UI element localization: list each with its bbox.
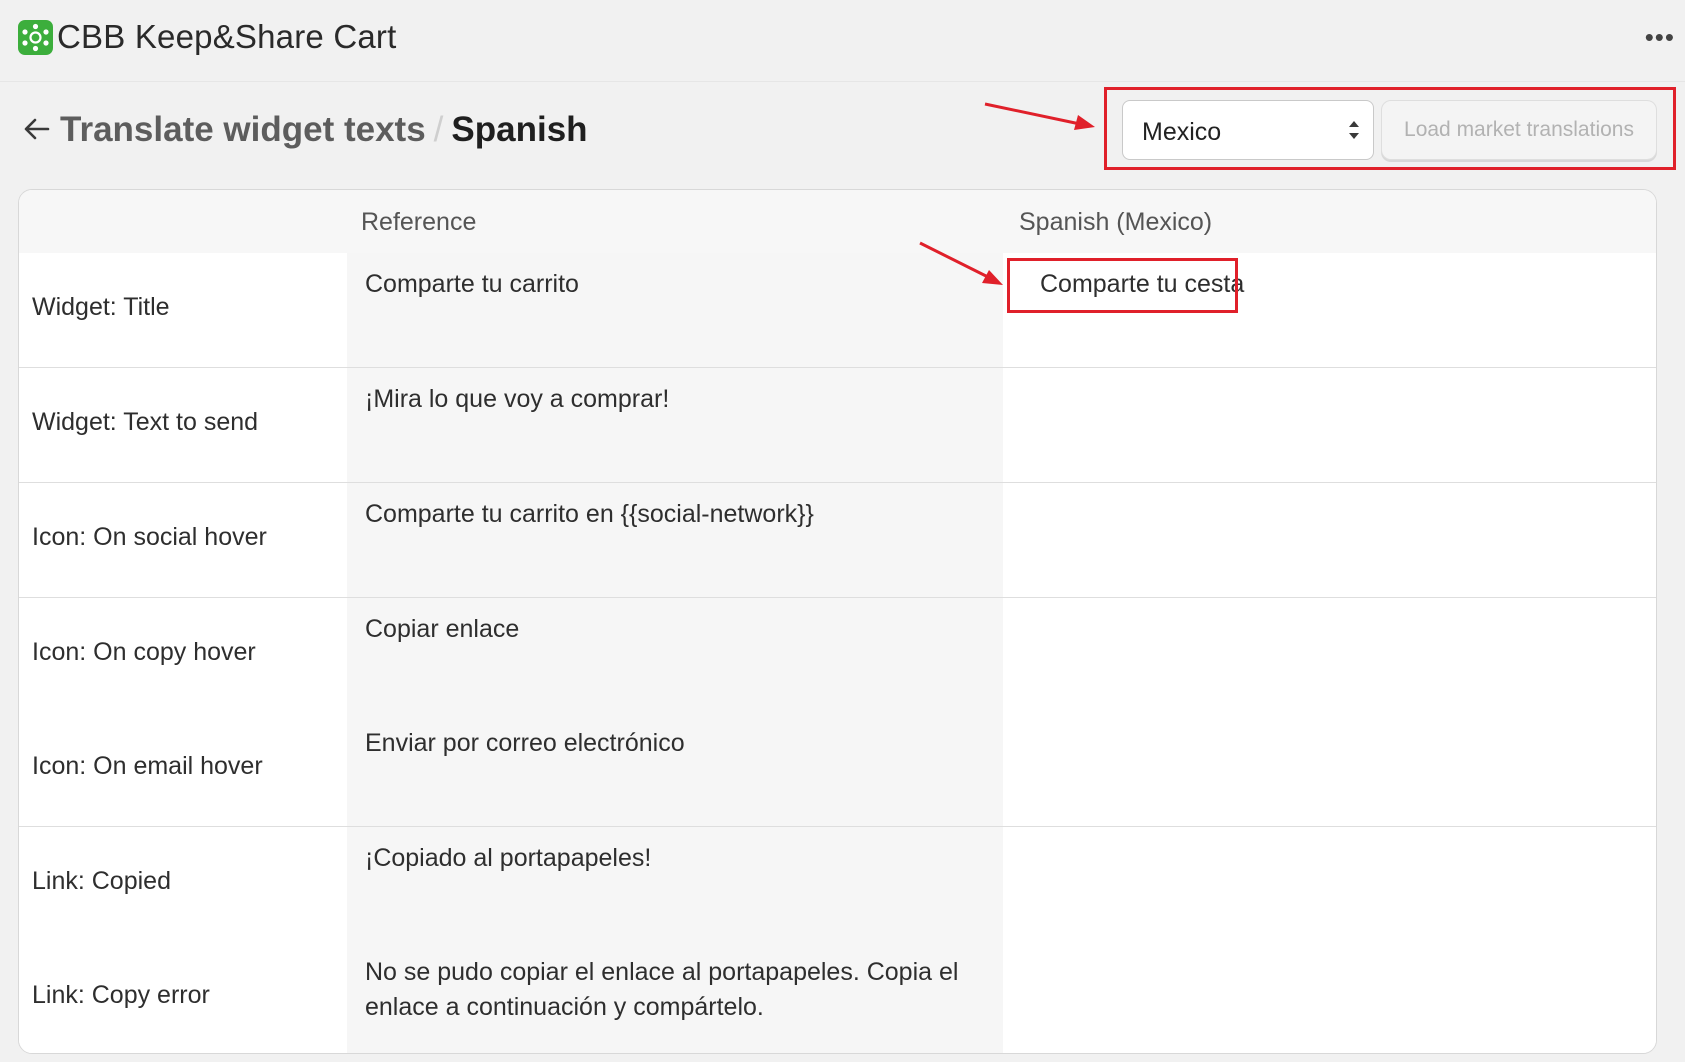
row-reference: Comparte tu carrito xyxy=(347,253,1003,367)
row-key: Link: Copy error xyxy=(19,941,347,1053)
translations-table: Reference Spanish (Mexico) Widget: Title… xyxy=(18,189,1657,1054)
row-reference: Copiar enlace xyxy=(347,598,1003,712)
table-row: Widget: Title Comparte tu carrito Compar… xyxy=(19,253,1656,368)
breadcrumb-separator: / xyxy=(433,110,444,149)
arrow-left-icon[interactable] xyxy=(22,114,52,144)
market-select-value: Mexico xyxy=(1142,118,1222,146)
table-row: Link: Copied ¡Copiado al portapapeles! xyxy=(19,827,1656,942)
app-header: CBB Keep&Share Cart ••• xyxy=(0,0,1685,82)
row-reference: ¡Copiado al portapapeles! xyxy=(347,827,1003,941)
row-key: Widget: Text to send xyxy=(19,368,347,482)
page-title: Translate widget texts / Spanish xyxy=(60,110,588,150)
table-row: Widget: Text to send ¡Mira lo que voy a … xyxy=(19,368,1656,483)
market-select[interactable]: Mexico xyxy=(1122,100,1374,160)
row-key: Icon: On email hover xyxy=(19,712,347,826)
row-key: Icon: On social hover xyxy=(19,483,347,597)
row-translation-field[interactable] xyxy=(1003,712,1656,826)
row-key: Icon: On copy hover xyxy=(19,598,347,712)
breadcrumb-parent[interactable]: Translate widget texts xyxy=(60,110,426,149)
breadcrumb-current: Spanish xyxy=(451,110,588,149)
row-translation-field[interactable] xyxy=(1003,483,1656,597)
select-arrows-icon xyxy=(1349,121,1359,139)
more-horizontal-icon[interactable]: ••• xyxy=(1645,22,1675,53)
load-market-translations-button[interactable]: Load market translations xyxy=(1381,100,1657,160)
row-translation-field[interactable] xyxy=(1003,827,1656,941)
annotation-arrow-market xyxy=(984,102,1081,126)
row-key: Widget: Title xyxy=(19,253,347,367)
row-reference: No se pudo copiar el enlace al portapape… xyxy=(347,941,1003,1053)
app-logo-icon xyxy=(18,20,53,55)
table-row: Icon: On social hover Comparte tu carrit… xyxy=(19,483,1656,598)
row-translation-field[interactable] xyxy=(1003,941,1656,1053)
table-row: Link: Copy error No se pudo copiar el en… xyxy=(19,941,1656,1053)
app-title: CBB Keep&Share Cart xyxy=(57,18,397,55)
row-reference: Comparte tu carrito en {{social-network}… xyxy=(347,483,1003,597)
row-reference: ¡Mira lo que voy a comprar! xyxy=(347,368,1003,482)
row-translation-field[interactable] xyxy=(1003,598,1656,712)
row-key: Link: Copied xyxy=(19,827,347,941)
column-header-reference: Reference xyxy=(361,208,477,236)
table-row: Icon: On email hover Enviar por correo e… xyxy=(19,712,1656,827)
table-header: Reference Spanish (Mexico) xyxy=(19,190,1656,254)
row-translation-field[interactable]: Comparte tu cesta xyxy=(1003,253,1656,367)
table-row: Icon: On copy hover Copiar enlace xyxy=(19,598,1656,713)
annotation-arrowhead-market xyxy=(1074,115,1095,130)
column-header-translation: Spanish (Mexico) xyxy=(1019,208,1213,236)
row-reference: Enviar por correo electrónico xyxy=(347,712,1003,826)
row-translation-field[interactable] xyxy=(1003,368,1656,482)
